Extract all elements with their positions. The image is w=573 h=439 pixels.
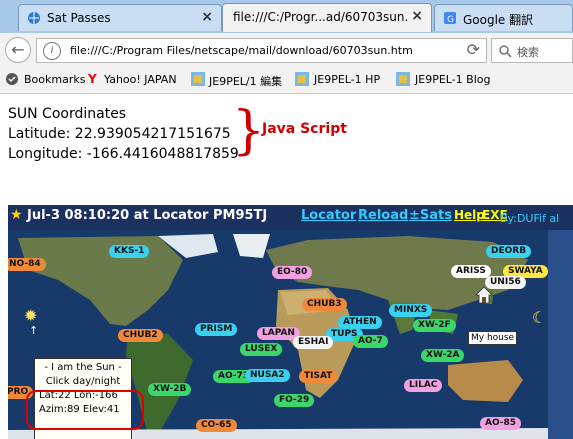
map-credit: By:DUFif al [500, 212, 560, 225]
satellite-badge[interactable]: LUSEX [240, 343, 283, 356]
star-icon: ★ [10, 207, 23, 223]
latitude-value: Latitude: 22.939054217151675 [8, 126, 231, 142]
my-house-label: My house [468, 331, 518, 345]
site-icon [191, 72, 205, 86]
longitude-value: Longitude: -166.4416048817859 [8, 146, 239, 162]
tab-sat-passes[interactable]: Sat Passes × [18, 4, 222, 31]
satellite-badge[interactable]: DEORB [486, 245, 532, 258]
satellite-badge[interactable]: XW-2F [413, 319, 456, 332]
bookmarks-icon [6, 73, 18, 85]
sun-icon[interactable]: ✹ [24, 306, 37, 325]
satellite-map[interactable]: ★ Jul-3 08:10:20 at Locator PM95TJ Locat… [8, 205, 573, 439]
help-link[interactable]: Help [454, 208, 485, 222]
satellite-badge[interactable]: FO-29 [274, 394, 315, 407]
tab-label: file:///C:/Progr...ad/60703sun.htm [233, 10, 407, 24]
tab-google-translate[interactable]: G Google 翻訳 [434, 4, 573, 31]
google-translate-icon: G [444, 12, 456, 25]
reload-button[interactable]: ⟳ [467, 40, 480, 59]
satellite-badge[interactable]: TISAT [299, 370, 338, 383]
bookmark-bookmarks[interactable]: Bookmarks [24, 73, 85, 86]
map-header: ★ Jul-3 08:10:20 at Locator PM95TJ Locat… [8, 205, 573, 230]
arrow-up-icon: ↑ [29, 324, 39, 337]
bookmark-yahoo[interactable]: Yahoo! JAPAN [104, 73, 177, 86]
locator-link[interactable]: Locator [301, 208, 356, 223]
bookmark-je9pel-edit[interactable]: JE9PEL/1 編集 [209, 73, 282, 89]
satellite-badge[interactable]: EO-80 [272, 266, 313, 279]
java-script-annotation: Java Script [262, 121, 347, 137]
reload-link[interactable]: Reload [358, 208, 408, 223]
yahoo-icon: Y [88, 72, 97, 86]
satellite-badge[interactable]: PRISM [195, 323, 238, 336]
navigation-bar: ← i file:///C:/Program Files/netscape/ma… [0, 33, 573, 66]
coordinates-heading: SUN Coordinates [8, 106, 127, 122]
map-title: Jul-3 08:10:20 at Locator PM95TJ [27, 208, 268, 223]
satellite-badge[interactable]: ESHAI [293, 336, 334, 349]
bookmark-je9pel-hp[interactable]: JE9PEL-1 HP [314, 73, 380, 86]
map-side-strip [548, 230, 573, 439]
satellite-badge[interactable]: NO-84 [8, 258, 46, 271]
satellite-badge[interactable]: UNI56 [485, 276, 526, 289]
site-icon [396, 72, 410, 86]
world-map[interactable]: ✹ ↑ ☾ My house KKS-1 NO-84 EO-80 DEORB A… [8, 230, 548, 439]
tab-strip: Sat Passes × file:///C:/Progr...ad/60703… [0, 0, 573, 33]
search-icon [499, 45, 512, 58]
annotation-brace: } [232, 101, 266, 161]
satellite-badge[interactable]: AO-7 [353, 335, 388, 348]
satellite-badge[interactable]: AO-85 [480, 417, 522, 430]
popup-title: - I am the Sun - [44, 362, 122, 373]
svg-text:G: G [447, 15, 454, 25]
satellite-badge[interactable]: NUSA2 [245, 369, 290, 382]
back-button[interactable]: ← [5, 37, 31, 63]
moon-icon[interactable]: ☾ [532, 308, 546, 327]
satellite-badge[interactable]: ARISS [451, 265, 491, 278]
search-placeholder: 検索 [517, 46, 539, 59]
url-text: file:///C:/Program Files/netscape/mail/d… [70, 44, 413, 57]
info-icon[interactable]: i [43, 42, 61, 60]
satellite-badge[interactable]: CO-65 [196, 419, 237, 432]
address-bar[interactable]: i file:///C:/Program Files/netscape/mail… [36, 38, 487, 63]
bookmark-je9pel-blog[interactable]: JE9PEL-1 Blog [415, 73, 491, 86]
bookmarks-bar: Bookmarks Y Yahoo! JAPAN JE9PEL/1 編集 JE9… [0, 66, 573, 94]
sun-coordinates: SUN Coordinates Latitude: 22.93905421715… [8, 104, 239, 164]
highlight-ring [26, 390, 144, 430]
satellite-badge[interactable]: XW-2B [148, 383, 192, 396]
satellite-badge[interactable]: CHUB2 [118, 329, 163, 342]
popup-hint: Click day/night [45, 376, 121, 387]
search-input[interactable]: 検索 [491, 38, 573, 63]
satellite-badge[interactable]: KKS-1 [109, 245, 150, 258]
sats-link[interactable]: ±Sats [409, 208, 452, 223]
close-icon[interactable]: × [411, 8, 423, 24]
tab-60703sun[interactable]: file:///C:/Progr...ad/60703sun.htm × [222, 3, 432, 32]
tab-label: Sat Passes [47, 11, 111, 25]
site-icon [295, 72, 309, 86]
globe-icon [28, 12, 40, 24]
satellite-badge[interactable]: CHUB3 [302, 298, 347, 311]
close-icon[interactable]: × [201, 9, 213, 25]
satellite-badge[interactable]: MINXS [389, 304, 433, 317]
satellite-badge[interactable]: XW-2A [421, 349, 465, 362]
tab-label: Google 翻訳 [463, 13, 534, 27]
satellite-badge[interactable]: LILAC [404, 379, 443, 392]
